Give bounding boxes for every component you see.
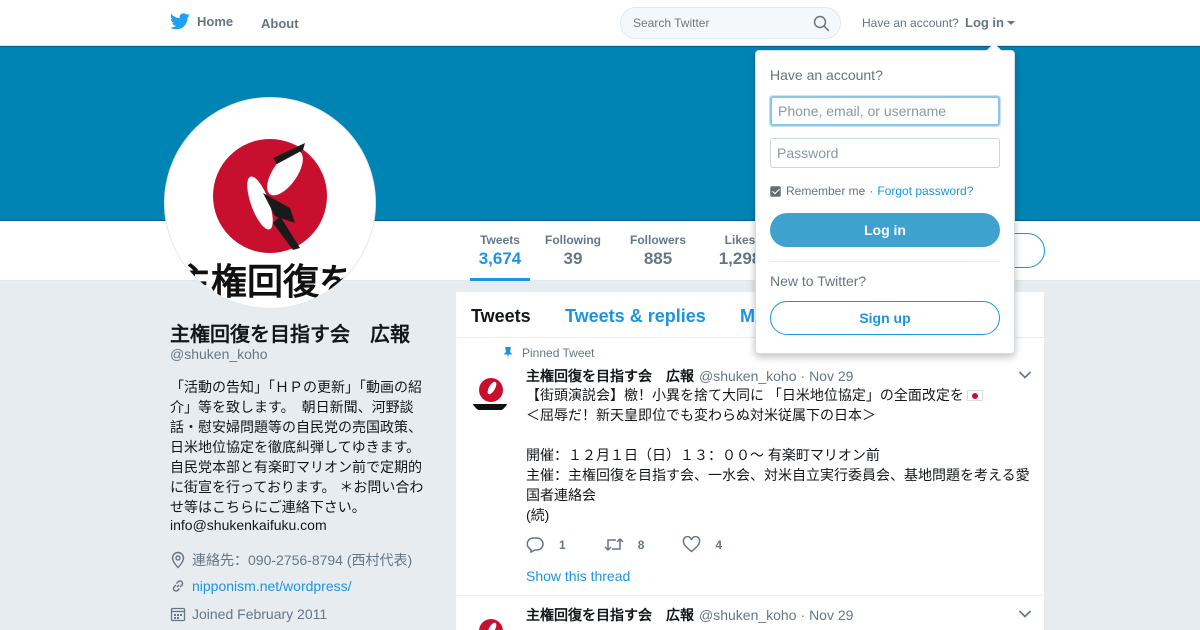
hornet-logo-icon xyxy=(472,378,508,410)
have-account-text: Have an account? xyxy=(862,16,959,30)
login-menu-toggle[interactable]: Log in xyxy=(965,15,1015,30)
like-button[interactable]: 4 xyxy=(682,536,722,553)
tweet-pinned[interactable]: Pinned Tweet 主権回復を目指す会 広報 @shuken_koho ·… xyxy=(456,338,1044,596)
tweet-second[interactable]: 主権回復を目指す会 広報 @shuken_koho · Nov 29 xyxy=(456,597,1044,630)
reply-count: 1 xyxy=(559,537,566,552)
search-icon[interactable] xyxy=(813,15,830,32)
forgot-password-link[interactable]: Forgot password? xyxy=(877,184,973,198)
hornet-logo-icon xyxy=(479,619,503,630)
profile-name: 主権回復を目指す会 広報 xyxy=(170,324,410,346)
retweet-icon xyxy=(604,537,624,552)
search-box[interactable] xyxy=(620,7,841,39)
stat-following-value: 39 xyxy=(563,249,583,268)
tweet-text-body: ＜屈辱だ！新天皇即位でも変わらぬ対米従属下の日本＞ 開催：１２月１日（日）１３：… xyxy=(526,407,1030,523)
tweet-timestamp[interactable]: · Nov 29 xyxy=(801,368,854,384)
tweet-author-handle[interactable]: @shuken_koho xyxy=(699,368,797,384)
stat-followers-value: 885 xyxy=(643,249,673,268)
stat-tweets-value: 3,674 xyxy=(478,249,522,268)
login-button[interactable]: Log in xyxy=(770,213,1000,247)
tab-media[interactable]: M xyxy=(740,306,755,327)
stat-following[interactable]: Following 39 xyxy=(544,233,602,269)
pin-icon xyxy=(503,347,513,359)
caret-down-icon xyxy=(1007,20,1015,25)
tweet-header: 主権回復を目指す会 広報 @shuken_koho · Nov 29 xyxy=(526,366,853,386)
profile-avatar[interactable]: 主権回復を xyxy=(164,97,376,309)
dropdown-arrow xyxy=(986,43,1002,51)
profile-bio-email: info@shukenkaifuku.com xyxy=(170,517,327,533)
tweet-author-name[interactable]: 主権回復を目指す会 広報 xyxy=(526,366,694,386)
tab-tweets-replies[interactable]: Tweets & replies xyxy=(565,306,706,327)
hornet-logo-icon: 主権回復を xyxy=(175,139,355,303)
profile-website-link[interactable]: nipponism.net/wordpress/ xyxy=(192,578,352,594)
chevron-down-icon[interactable] xyxy=(1018,609,1032,619)
profile-joined: Joined February 2011 xyxy=(170,606,327,622)
tweet-author-handle[interactable]: @shuken_koho xyxy=(699,607,797,623)
tweet-text-title: 【街頭演説会】檄！小異を捨て大同に 「日米地位協定」の全面改定を xyxy=(526,387,964,403)
location-pin-icon xyxy=(171,551,185,569)
separator-dot: · xyxy=(869,184,874,198)
password-field[interactable] xyxy=(770,138,1000,168)
retweet-button[interactable]: 8 xyxy=(604,537,645,552)
heart-icon xyxy=(683,536,701,553)
remember-me-label[interactable]: Remember me xyxy=(786,184,865,198)
japan-flag-icon xyxy=(966,390,983,401)
link-icon xyxy=(172,580,184,592)
stat-tweets[interactable]: Tweets 3,674 xyxy=(470,233,530,281)
reply-icon xyxy=(526,537,544,553)
username-field[interactable] xyxy=(770,96,1000,126)
tweet-author-name[interactable]: 主権回復を目指す会 広報 xyxy=(526,605,694,625)
chevron-down-icon[interactable] xyxy=(1018,370,1032,380)
calendar-icon xyxy=(170,607,186,622)
signup-button[interactable]: Sign up xyxy=(770,301,1000,335)
avatar-logo-text: 主権回復を xyxy=(175,262,355,303)
profile-website[interactable]: nipponism.net/wordpress/ xyxy=(170,578,352,594)
nav-about-link[interactable]: About xyxy=(261,16,299,31)
profile-location-text: 連絡先：090-2756-8794 (西村代表) xyxy=(192,552,413,568)
tweet-text: 【街頭演説会】檄！小異を捨て大同に 「日米地位協定」の全面改定を ＜屈辱だ！新天… xyxy=(526,385,1034,525)
top-nav-bar: Home About Have an account? Log in xyxy=(0,0,1200,46)
dropdown-divider xyxy=(770,261,1000,262)
reply-button[interactable]: 1 xyxy=(526,536,566,553)
pinned-label-text: Pinned Tweet xyxy=(522,346,595,360)
profile-joined-text: Joined February 2011 xyxy=(192,606,328,622)
login-menu-label: Log in xyxy=(965,15,1004,30)
nav-home-link[interactable]: Home xyxy=(170,13,233,30)
profile-location: 連絡先：090-2756-8794 (西村代表) xyxy=(170,550,412,570)
stat-followers[interactable]: Followers 885 xyxy=(628,233,688,269)
stat-following-label: Following xyxy=(545,233,601,247)
show-thread-link[interactable]: Show this thread xyxy=(526,568,630,584)
login-dropdown: Have an account? Remember me · Forgot pa… xyxy=(755,43,1015,354)
like-count: 4 xyxy=(715,537,723,552)
pinned-label: Pinned Tweet xyxy=(502,346,595,360)
stat-followers-label: Followers xyxy=(629,233,686,247)
tab-tweets[interactable]: Tweets xyxy=(471,306,531,327)
login-dropdown-title: Have an account? xyxy=(770,67,883,83)
remember-me-row: Remember me · Forgot password? xyxy=(770,184,973,198)
new-to-twitter-text: New to Twitter? xyxy=(770,273,867,289)
tweet-actions: 1 8 4 xyxy=(526,536,760,553)
nav-home-label: Home xyxy=(197,14,234,29)
profile-handle: @shuken_koho xyxy=(170,346,268,362)
retweet-count: 8 xyxy=(637,537,645,552)
search-input[interactable] xyxy=(633,16,803,30)
tweet-avatar[interactable] xyxy=(470,374,510,414)
profile-bio: 「活動の告知」「ＨＰの更新」「動画の紹介」等を致します。 朝日新聞、河野談話・慰… xyxy=(170,379,428,515)
remember-me-checkbox[interactable] xyxy=(770,185,781,197)
twitter-bird-icon xyxy=(170,13,190,30)
tweet-avatar[interactable] xyxy=(470,615,510,630)
tweet-header: 主権回復を目指す会 広報 @shuken_koho · Nov 29 xyxy=(526,605,853,625)
tweet-timestamp[interactable]: · Nov 29 xyxy=(801,607,854,623)
stat-tweets-label: Tweets xyxy=(480,233,520,247)
